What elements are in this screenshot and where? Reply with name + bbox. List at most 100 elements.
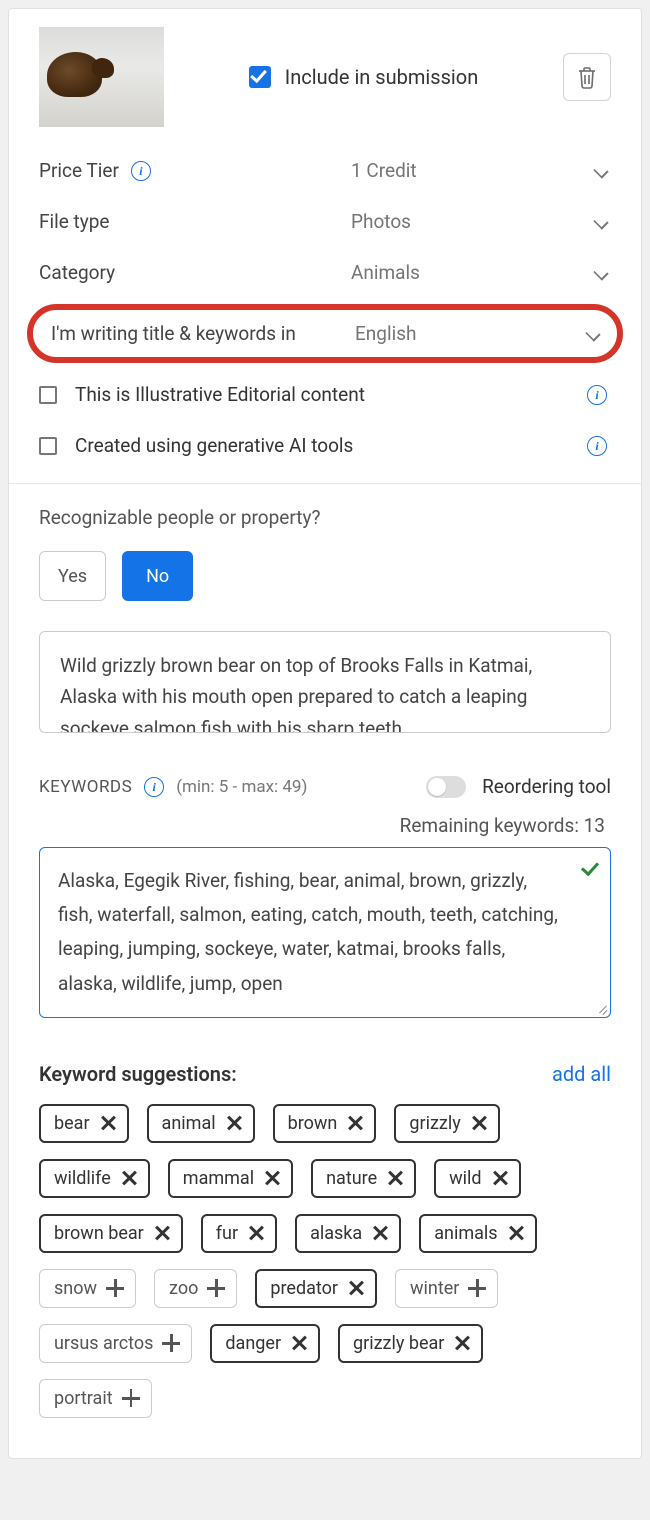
close-icon[interactable] [100,1115,116,1131]
genai-check-row[interactable]: Created using generative AI tools i [9,420,641,471]
add-all-link[interactable]: add all [552,1062,611,1086]
suggestions-header: Keyword suggestions: add all [9,1018,641,1104]
language-select[interactable]: English [355,322,603,345]
check-icon [581,858,599,877]
close-icon[interactable] [372,1225,388,1241]
file-type-label: File type [39,210,109,233]
close-icon[interactable] [348,1280,364,1296]
info-icon[interactable]: i [587,385,607,405]
reorder-toggle-wrap[interactable]: Reordering tool [426,775,611,798]
keywords-input[interactable]: Alaska, Egegik River, fishing, bear, ani… [39,847,611,1018]
category-row: Category Animals [39,247,611,298]
release-question: Recognizable people or property? [9,506,641,529]
release-buttons: Yes No [9,529,641,631]
price-tier-value: 1 Credit [351,159,417,182]
plus-icon[interactable] [469,1280,485,1296]
suggestion-chip[interactable]: predator [255,1269,377,1308]
chip-label: alaska [310,1223,362,1244]
chip-label: danger [225,1333,281,1354]
close-icon[interactable] [454,1335,470,1351]
close-icon[interactable] [248,1225,264,1241]
close-icon[interactable] [154,1225,170,1241]
editorial-check-row[interactable]: This is Illustrative Editorial content i [9,369,641,420]
chip-label: animals [434,1223,497,1244]
plus-icon[interactable] [107,1280,123,1296]
reorder-toggle[interactable] [426,776,466,798]
close-icon[interactable] [492,1170,508,1186]
suggestion-chip[interactable]: portrait [39,1379,152,1418]
category-label: Category [39,261,115,284]
suggestion-chip[interactable]: mammal [168,1159,293,1198]
price-tier-row: Price Tier i 1 Credit [39,145,611,196]
suggestion-chip[interactable]: wildlife [39,1159,150,1198]
suggestion-chip[interactable]: ursus arctos [39,1324,192,1363]
chip-label: winter [410,1278,459,1299]
suggestion-chip[interactable]: animals [419,1214,536,1253]
plus-icon[interactable] [163,1335,179,1351]
editorial-checkbox[interactable] [39,386,57,404]
chip-label: grizzly [409,1113,460,1134]
suggestion-chip[interactable]: animal [147,1104,255,1143]
chip-label: predator [270,1278,338,1299]
suggestion-chip[interactable]: brown bear [39,1214,183,1253]
keywords-header: KEYWORDS i (min: 5 - max: 49) Reordering… [9,733,641,814]
divider [9,483,641,484]
chip-label: nature [326,1168,377,1189]
suggestion-chip[interactable]: danger [210,1324,320,1363]
category-select[interactable]: Animals [351,261,611,284]
release-no-button[interactable]: No [122,551,193,601]
info-icon[interactable]: i [587,436,607,456]
price-tier-label: Price Tier [39,159,119,182]
close-icon[interactable] [291,1335,307,1351]
suggestion-chip[interactable]: bear [39,1104,129,1143]
include-label: Include in submission [285,65,479,89]
suggestion-chip[interactable]: nature [311,1159,416,1198]
chevron-down-icon [593,265,608,280]
close-icon[interactable] [347,1115,363,1131]
asset-card: Include in submission Price Tier i 1 Cre… [8,8,642,1459]
chip-label: bear [54,1113,90,1134]
suggestion-chip[interactable]: alaska [295,1214,401,1253]
suggestion-chip[interactable]: fur [201,1214,277,1253]
title-textarea[interactable]: Wild grizzly brown bear on top of Brooks… [39,631,611,733]
close-icon[interactable] [264,1170,280,1186]
suggestion-chip[interactable]: wild [434,1159,520,1198]
close-icon[interactable] [508,1225,524,1241]
chip-label: brown bear [54,1223,144,1244]
chip-label: brown [288,1113,338,1134]
close-icon[interactable] [471,1115,487,1131]
file-type-select[interactable]: Photos [351,210,611,233]
chip-label: wild [449,1168,481,1189]
info-icon[interactable]: i [131,161,151,181]
release-yes-button[interactable]: Yes [39,551,106,601]
close-icon[interactable] [387,1170,403,1186]
language-row-highlighted: I'm writing title & keywords in English [27,304,623,363]
chip-label: animal [162,1113,216,1134]
suggestions-title: Keyword suggestions: [39,1062,237,1086]
suggestion-chips: bear animal brown grizzly wildlife mammal natu… [9,1104,641,1418]
suggestion-chip[interactable]: grizzly bear [338,1324,483,1363]
keywords-minmax: (min: 5 - max: 49) [176,777,307,797]
chevron-down-icon [585,326,600,341]
close-icon[interactable] [226,1115,242,1131]
close-icon[interactable] [121,1170,137,1186]
suggestion-chip[interactable]: grizzly [394,1104,499,1143]
price-tier-select[interactable]: 1 Credit [351,159,611,182]
resize-handle-icon[interactable] [595,1002,607,1014]
plus-icon[interactable] [208,1280,224,1296]
delete-button[interactable] [563,53,611,101]
suggestion-chip[interactable]: brown [273,1104,377,1143]
genai-checkbox[interactable] [39,437,57,455]
include-checkbox[interactable] [249,66,271,88]
info-icon[interactable]: i [144,777,164,797]
asset-thumbnail[interactable] [39,27,164,127]
chip-label: portrait [54,1388,113,1409]
plus-icon[interactable] [123,1390,139,1406]
suggestion-chip[interactable]: snow [39,1269,136,1308]
chip-label: zoo [169,1278,198,1299]
suggestion-chip[interactable]: zoo [154,1269,237,1308]
include-in-submission[interactable]: Include in submission [249,65,479,89]
suggestion-chip[interactable]: winter [395,1269,498,1308]
chip-label: snow [54,1278,97,1299]
metadata-section: Price Tier i 1 Credit File type Photos C… [9,145,641,298]
